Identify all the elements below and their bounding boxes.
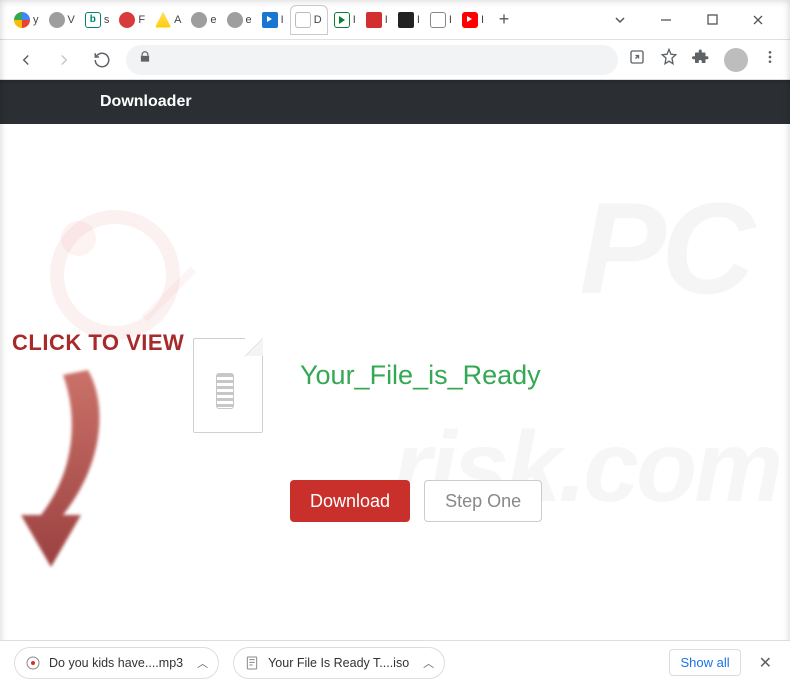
- page-content: Downloader PC risk.com CLICK TO VIEW You…: [0, 80, 790, 640]
- toolbar-trailing: [628, 48, 778, 72]
- browser-tab[interactable]: F: [115, 5, 149, 35]
- code-icon: [430, 12, 446, 28]
- video-icon: [262, 12, 278, 28]
- browser-tab[interactable]: e: [223, 5, 256, 35]
- minimize-button[interactable]: [644, 5, 688, 35]
- tab-label: I: [281, 14, 284, 26]
- tab-label: D: [314, 14, 322, 26]
- tab-label: I: [385, 14, 388, 26]
- new-tab-button[interactable]: +: [490, 6, 518, 34]
- window-controls: [598, 5, 780, 35]
- download-button[interactable]: Download: [290, 480, 410, 522]
- tab-label: A: [174, 14, 181, 26]
- browser-tab[interactable]: I: [394, 5, 424, 35]
- globe-icon: [191, 12, 207, 28]
- chevron-up-icon[interactable]: ︿: [423, 655, 434, 671]
- lock-icon: [138, 50, 152, 69]
- tab-label: F: [138, 14, 145, 26]
- page-header: Downloader: [0, 80, 790, 124]
- tv-icon: [398, 12, 414, 28]
- tab-label: e: [210, 14, 216, 26]
- close-shelf-button[interactable]: ✕: [755, 649, 776, 677]
- menu-icon[interactable]: [762, 49, 778, 70]
- zip-file-icon: [193, 338, 263, 433]
- browser-tab[interactable]: I: [458, 5, 488, 35]
- tab-label: V: [68, 14, 75, 26]
- browser-tab[interactable]: V: [45, 5, 79, 35]
- tab-label: I: [449, 14, 452, 26]
- watermark-text: PC: [579, 190, 750, 307]
- tab-label: e: [246, 14, 252, 26]
- extensions-icon[interactable]: [692, 48, 710, 71]
- youtube-icon: [462, 12, 478, 28]
- browser-toolbar: [0, 40, 790, 80]
- download-item[interactable]: Your File Is Ready T....iso ︿: [233, 647, 445, 679]
- button-row: Download Step One: [290, 480, 542, 522]
- close-tab-icon[interactable]: ×: [327, 14, 328, 26]
- browser-tab[interactable]: I: [362, 5, 392, 35]
- download-filename: Your File Is Ready T....iso: [268, 656, 409, 670]
- play-icon: [334, 12, 350, 28]
- browser-tab[interactable]: e: [187, 5, 220, 35]
- tab-label: I: [417, 14, 420, 26]
- link-icon: [119, 12, 135, 28]
- bing-icon: b: [85, 12, 101, 28]
- tab-strip: y V bs F A e e I D× I I I I I +: [10, 0, 598, 39]
- warning-icon: [155, 12, 171, 28]
- tab-label: I: [481, 14, 484, 26]
- reload-button[interactable]: [88, 46, 116, 74]
- document-icon: [295, 12, 311, 28]
- chevron-down-icon[interactable]: [598, 5, 642, 35]
- back-button[interactable]: [12, 46, 40, 74]
- video-icon: [366, 12, 382, 28]
- download-shelf: Do you kids have....mp3 ︿ Your File Is R…: [0, 640, 790, 684]
- watermark-magnifier-icon: [50, 210, 180, 340]
- window-titlebar: y V bs F A e e I D× I I I I I +: [0, 0, 790, 40]
- browser-tab[interactable]: I: [330, 5, 360, 35]
- address-bar[interactable]: [126, 45, 618, 75]
- forward-button[interactable]: [50, 46, 78, 74]
- download-item[interactable]: Do you kids have....mp3 ︿: [14, 647, 219, 679]
- browser-tab-active[interactable]: D×: [290, 5, 328, 35]
- browser-tab[interactable]: I: [258, 5, 288, 35]
- file-ready-title: Your_File_is_Ready: [300, 360, 541, 391]
- chevron-up-icon[interactable]: ︿: [197, 655, 208, 671]
- tab-label: y: [33, 14, 39, 26]
- browser-tab[interactable]: I: [426, 5, 456, 35]
- google-icon: [14, 12, 30, 28]
- globe-icon: [49, 12, 65, 28]
- click-to-view-label: CLICK TO VIEW: [12, 330, 184, 356]
- browser-tab[interactable]: y: [10, 5, 43, 35]
- close-button[interactable]: [736, 5, 780, 35]
- profile-avatar[interactable]: [724, 48, 748, 72]
- globe-icon: [227, 12, 243, 28]
- browser-tab[interactable]: bs: [81, 5, 114, 35]
- site-title: Downloader: [100, 93, 192, 111]
- audio-file-icon: [25, 655, 41, 671]
- tab-label: I: [353, 14, 356, 26]
- step-one-button[interactable]: Step One: [424, 480, 542, 522]
- download-filename: Do you kids have....mp3: [49, 656, 183, 670]
- iso-file-icon: [244, 655, 260, 671]
- arrow-down-icon: [8, 365, 118, 575]
- share-icon[interactable]: [628, 48, 646, 71]
- browser-tab[interactable]: A: [151, 5, 185, 35]
- show-all-downloads-button[interactable]: Show all: [669, 649, 740, 676]
- maximize-button[interactable]: [690, 5, 734, 35]
- tab-label: s: [104, 14, 110, 26]
- bookmark-icon[interactable]: [660, 48, 678, 71]
